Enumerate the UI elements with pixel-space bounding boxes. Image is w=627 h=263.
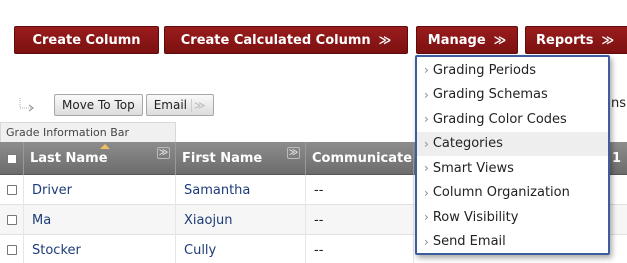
move-to-top-button[interactable]: Move To Top: [54, 94, 143, 116]
column-header-first-name[interactable]: First Name ≫: [176, 142, 306, 175]
chevron-down-icon: ≫: [191, 98, 206, 112]
column-header-communicate[interactable]: Communicate: [306, 142, 414, 175]
email-button[interactable]: Email ≫: [145, 94, 214, 116]
menu-item-label: Categories: [432, 136, 503, 152]
menu-item-grading-periods[interactable]: › Grading Periods: [417, 58, 608, 83]
create-column-button[interactable]: Create Column: [14, 26, 159, 54]
row-checkbox[interactable]: [6, 185, 17, 195]
menu-item-row-visibility[interactable]: › Row Visibility: [417, 205, 608, 230]
manage-label: Manage: [427, 32, 486, 48]
menu-item-grading-schemas[interactable]: › Grading Schemas: [417, 83, 608, 108]
chevron-down-icon: ≫: [601, 33, 614, 47]
menu-item-label: Row Visibility: [432, 209, 519, 225]
menu-item-label: Smart Views: [432, 160, 514, 176]
cell-communicate: --: [306, 205, 414, 235]
manage-dropdown-menu: › Grading Periods › Grading Schemas › Gradi…: [415, 55, 610, 255]
cell-communicate: --: [306, 175, 414, 205]
sort-ascending-icon: [99, 144, 110, 149]
menu-item-label: Grading Schemas: [432, 87, 548, 103]
row-select-cell: [0, 205, 24, 235]
cell-first-name[interactable]: Cully: [176, 235, 306, 263]
column-header-label: Communicate: [312, 151, 413, 166]
caret-right-icon: ›: [424, 112, 429, 127]
reports-label: Reports: [536, 32, 594, 48]
action-bar: Move To Top Email ≫: [18, 94, 217, 116]
grade-information-bar-label: Grade Information Bar: [6, 126, 130, 139]
menu-item-label: Grading Color Codes: [432, 111, 567, 127]
move-arrow-icon: [18, 96, 40, 114]
chevron-down-icon: ≫: [378, 33, 392, 47]
partial-digit: 1: [611, 151, 621, 166]
cell-last-name[interactable]: Stocker: [24, 235, 176, 263]
caret-right-icon: ›: [424, 161, 429, 176]
cell-first-name[interactable]: Xiaojun: [176, 205, 306, 235]
manage-button[interactable]: Manage ≫: [416, 26, 518, 54]
caret-right-icon: ›: [424, 136, 429, 151]
cell-communicate: --: [306, 235, 414, 263]
column-header-label: First Name: [182, 151, 263, 166]
column-header-last-name[interactable]: Last Name ≫: [24, 142, 176, 175]
menu-item-smart-views[interactable]: › Smart Views: [417, 156, 608, 181]
column-header-label: Last Name: [30, 151, 108, 166]
email-label: Email: [153, 98, 187, 112]
cell-last-name[interactable]: Driver: [24, 175, 176, 205]
row-select-cell: [0, 235, 24, 263]
caret-right-icon: ›: [424, 185, 429, 200]
caret-right-icon: ›: [424, 63, 429, 78]
cell-first-name[interactable]: Samantha: [176, 175, 306, 205]
row-checkbox[interactable]: [6, 245, 17, 255]
create-calculated-column-button[interactable]: Create Calculated Column ≫: [164, 26, 408, 54]
reports-button[interactable]: Reports ≫: [525, 26, 627, 54]
menu-item-label: Column Organization: [432, 185, 570, 201]
menu-item-grading-color-codes[interactable]: › Grading Color Codes: [417, 107, 608, 132]
select-all-checkbox[interactable]: [6, 153, 17, 164]
column-menu-icon[interactable]: ≫: [287, 147, 300, 159]
create-calculated-column-label: Create Calculated Column: [180, 32, 371, 48]
column-menu-icon[interactable]: ≫: [157, 147, 170, 159]
row-select-cell: [0, 175, 24, 205]
move-to-top-label: Move To Top: [62, 98, 135, 112]
partial-header-text: ns: [611, 96, 627, 111]
grade-information-bar-tab[interactable]: Grade Information Bar: [0, 122, 176, 142]
create-column-label: Create Column: [32, 32, 141, 48]
menu-item-categories[interactable]: › Categories: [417, 131, 608, 156]
menu-item-send-email[interactable]: › Send Email: [417, 230, 608, 255]
row-checkbox[interactable]: [6, 215, 17, 225]
menu-item-column-organization[interactable]: › Column Organization: [417, 181, 608, 206]
caret-right-icon: ›: [424, 210, 429, 225]
top-toolbar: Create Column Create Calculated Column ≫…: [0, 0, 627, 62]
chevron-down-icon: ≫: [493, 33, 507, 47]
caret-right-icon: ›: [424, 234, 429, 249]
menu-item-label: Send Email: [432, 234, 506, 250]
menu-item-label: Grading Periods: [432, 62, 536, 78]
select-all-cell: [0, 142, 24, 175]
cell-last-name[interactable]: Ma: [24, 205, 176, 235]
caret-right-icon: ›: [424, 87, 429, 102]
